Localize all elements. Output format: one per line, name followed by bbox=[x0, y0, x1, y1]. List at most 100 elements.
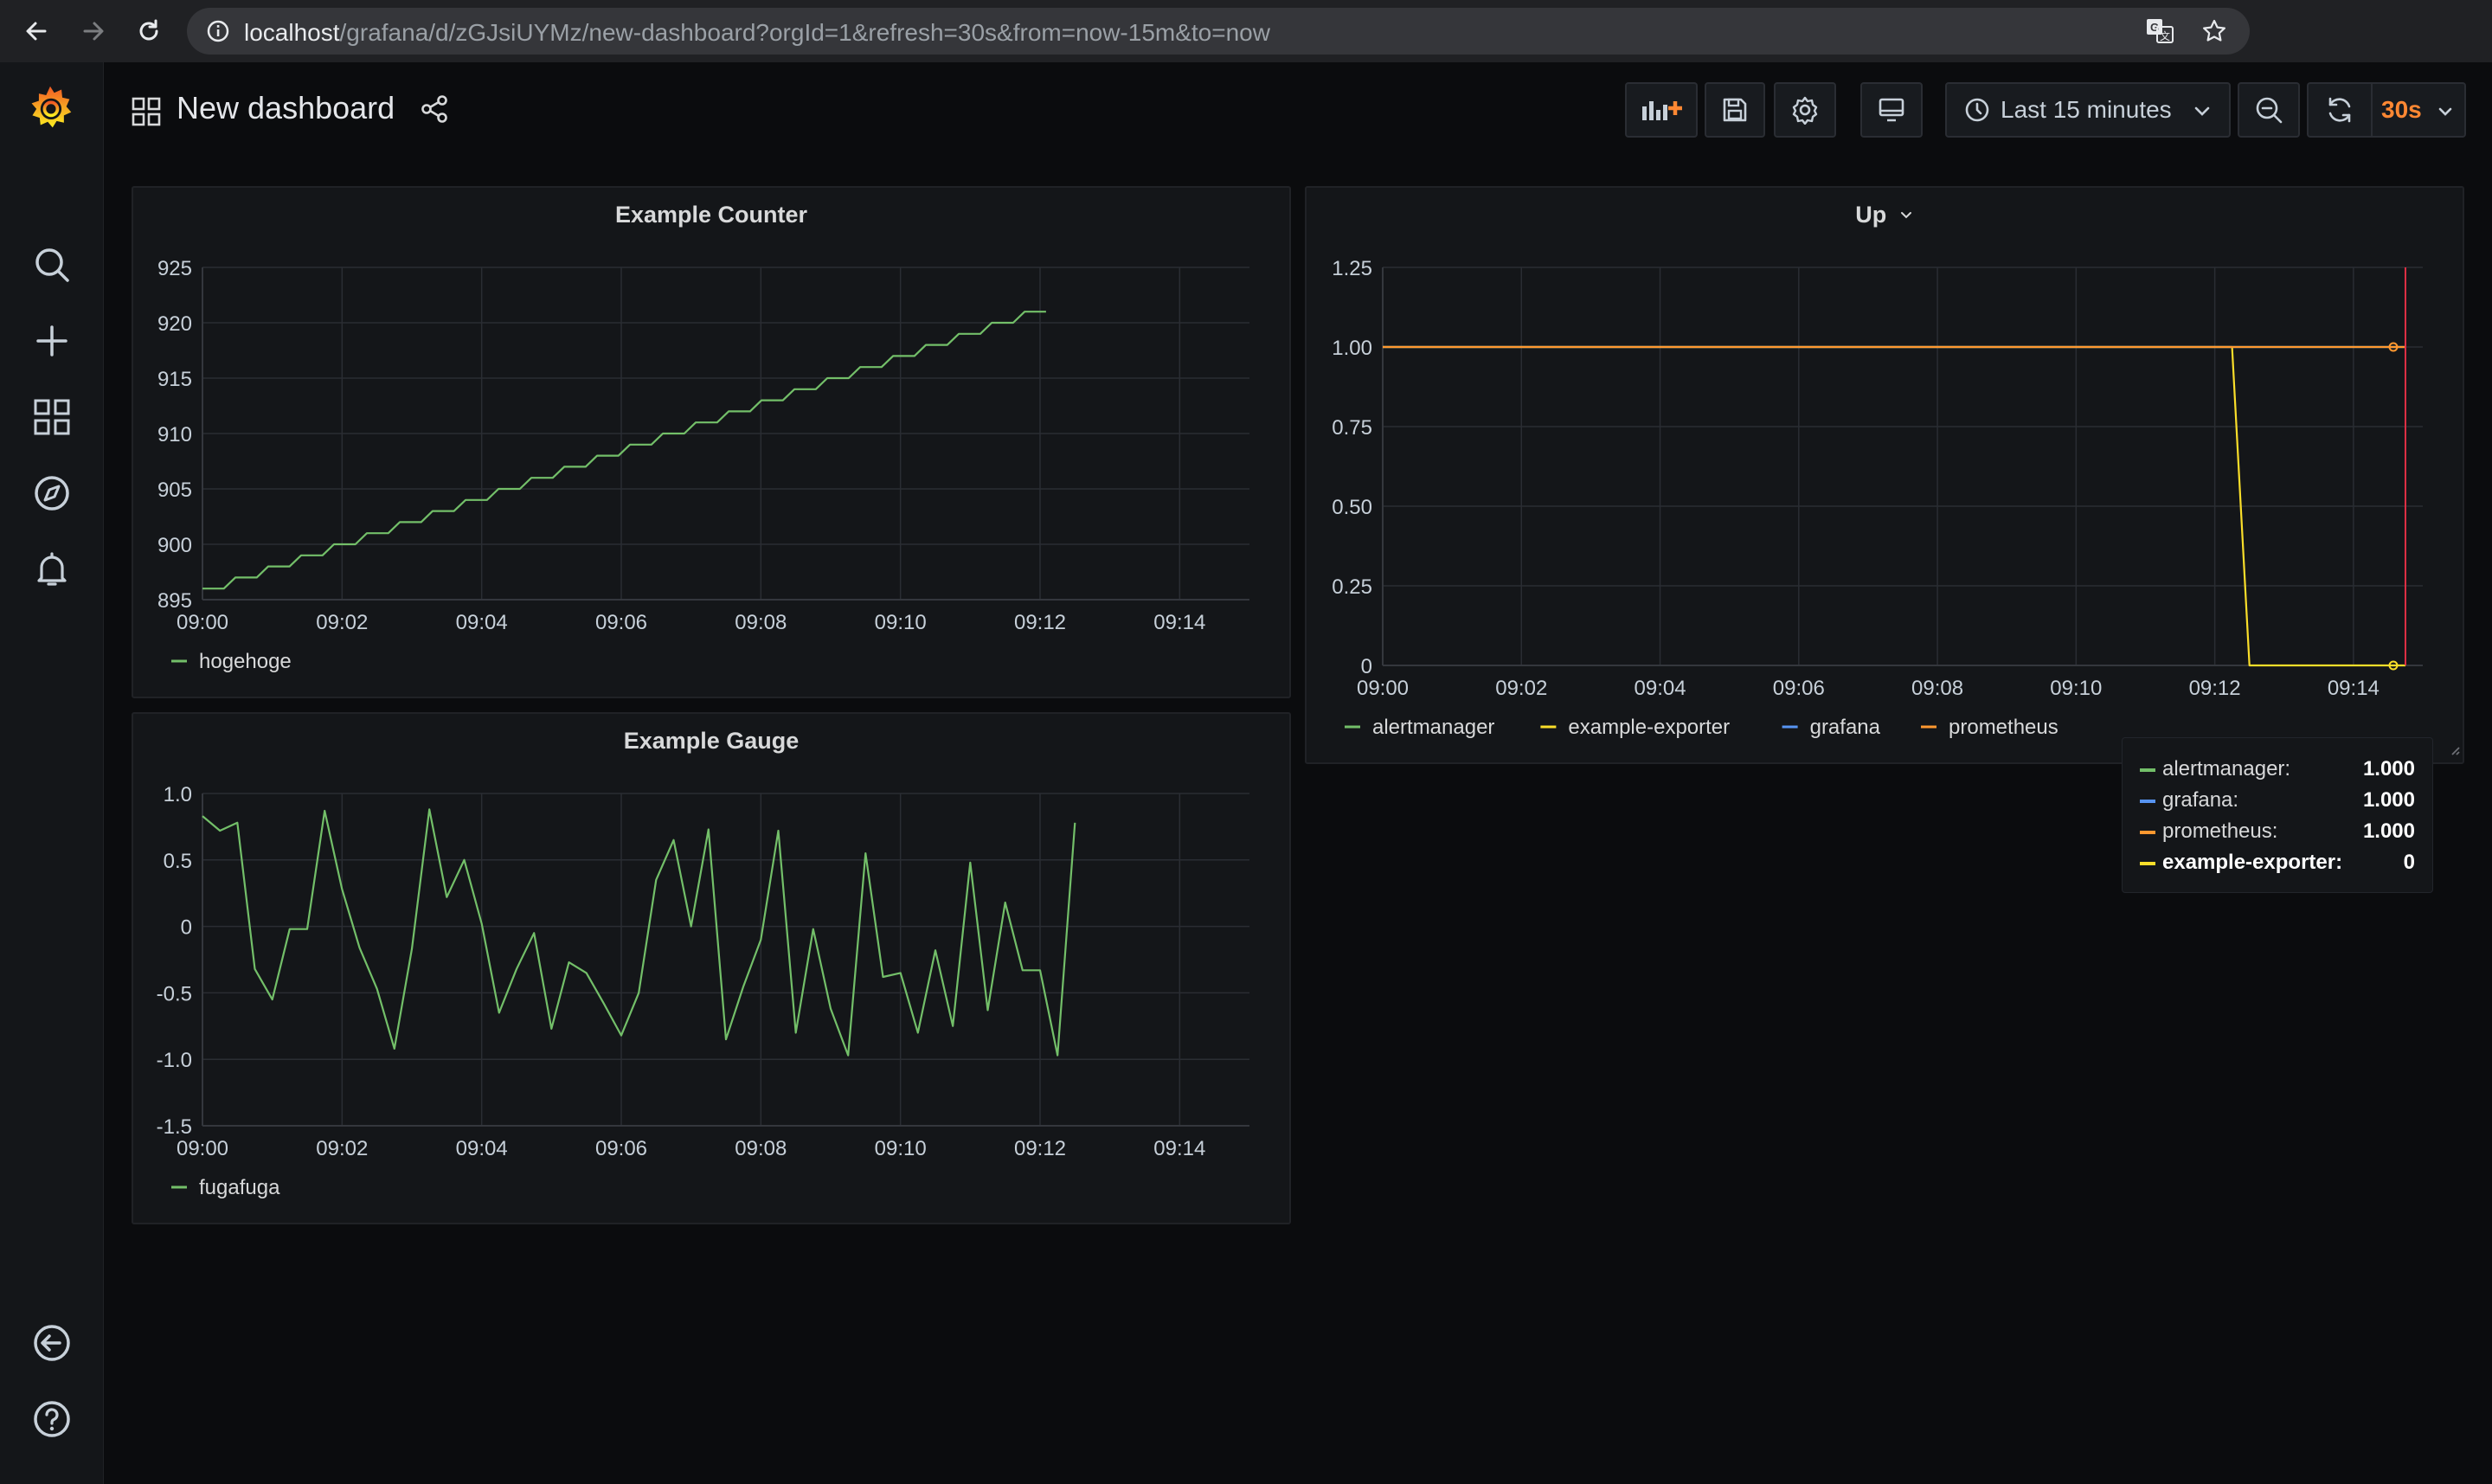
translate-icon[interactable]: G文 bbox=[2146, 18, 2174, 48]
x-tick-label: 09:00 bbox=[177, 611, 228, 634]
settings-button[interactable] bbox=[1774, 82, 1836, 138]
url-host: localhost bbox=[244, 19, 340, 46]
y-tick-label: 895 bbox=[157, 589, 192, 613]
y-tick-label: 905 bbox=[157, 479, 192, 502]
explore-compass-icon[interactable] bbox=[31, 472, 73, 514]
y-tick-label: 1.0 bbox=[164, 783, 192, 806]
x-tick-label: 09:12 bbox=[2189, 677, 2241, 700]
address-bar[interactable]: localhost/grafana/d/zGJsiUYMz/new-dashbo… bbox=[187, 8, 2250, 55]
y-tick-label: 0 bbox=[181, 916, 192, 940]
dashboards-icon[interactable] bbox=[31, 396, 73, 438]
dashboard-title[interactable]: New dashboard bbox=[177, 90, 395, 126]
zoom-out-button[interactable] bbox=[2238, 82, 2300, 138]
svg-text:文: 文 bbox=[2160, 29, 2170, 42]
x-tick-label: 09:04 bbox=[456, 611, 508, 634]
x-tick-label: 09:08 bbox=[1911, 677, 1963, 700]
resize-handle-icon[interactable] bbox=[2447, 742, 2461, 761]
y-tick-label: -1.5 bbox=[157, 1115, 192, 1139]
y-tick-label: 915 bbox=[157, 368, 192, 391]
y-tick-label: 925 bbox=[157, 257, 192, 280]
tooltip-row: alertmanager: 1.000 bbox=[2140, 757, 2415, 783]
time-range-label: Last 15 minutes bbox=[2001, 96, 2172, 123]
x-tick-label: 09:12 bbox=[1014, 1137, 1066, 1160]
clock-icon bbox=[1964, 97, 1990, 123]
x-tick-label: 09:00 bbox=[177, 1137, 228, 1160]
panel-example-gauge[interactable]: Example Gauge 1.0 0.5 0 -0.5 -1.0 -1.5 09:00 09… bbox=[132, 712, 1291, 1224]
panel-example-counter[interactable]: Example Counter 895 900 905 910 915 920 925 09:… bbox=[132, 186, 1291, 698]
y-tick-label: 0.5 bbox=[164, 850, 192, 873]
sign-in-icon[interactable] bbox=[31, 1322, 73, 1364]
x-tick-label: 09:08 bbox=[735, 611, 787, 634]
legend-item-prometheus: prometheus bbox=[1949, 716, 2058, 739]
chevron-down-icon bbox=[2193, 101, 2212, 125]
legend-item-fugafuga: fugafuga bbox=[199, 1176, 280, 1199]
time-picker-button[interactable]: Last 15 minutes bbox=[1945, 82, 2231, 138]
x-tick-label: 09:04 bbox=[1635, 677, 1686, 700]
refresh-interval-label: 30s bbox=[2381, 96, 2422, 123]
series-swatch bbox=[2140, 862, 2155, 865]
url-path: /grafana/d/zGJsiUYMz/new-dashboard?orgId… bbox=[339, 19, 1270, 46]
y-tick-label: 900 bbox=[157, 534, 192, 557]
y-tick-label: 0.75 bbox=[1332, 416, 1372, 440]
bookmark-star-icon[interactable] bbox=[2201, 18, 2227, 48]
tooltip-series-value: 1.000 bbox=[2362, 757, 2415, 781]
y-tick-label: 920 bbox=[157, 312, 192, 336]
x-tick-label: 09:10 bbox=[875, 611, 927, 634]
tooltip-row: grafana: 1.000 bbox=[2140, 788, 2415, 814]
site-info-icon[interactable] bbox=[206, 19, 230, 48]
x-tick-label: 09:10 bbox=[875, 1137, 927, 1160]
series-line-hogehoge bbox=[202, 311, 1046, 590]
tooltip-series-name: prometheus: bbox=[2162, 819, 2278, 843]
y-tick-label: -1.0 bbox=[157, 1049, 192, 1072]
help-icon[interactable] bbox=[31, 1398, 73, 1440]
browser-toolbar: localhost/grafana/d/zGJsiUYMz/new-dashbo… bbox=[0, 0, 2492, 62]
reload-icon[interactable] bbox=[130, 12, 168, 50]
share-icon[interactable] bbox=[419, 93, 450, 129]
add-panel-button[interactable] bbox=[1625, 82, 1698, 138]
x-tick-label: 09:10 bbox=[2050, 677, 2102, 700]
y-tick-label: 0.50 bbox=[1332, 496, 1372, 519]
save-dashboard-button[interactable] bbox=[1705, 82, 1765, 138]
x-tick-label: 09:12 bbox=[1014, 611, 1066, 634]
tooltip-series-name: grafana: bbox=[2162, 788, 2239, 812]
legend-item-grafana: grafana bbox=[1810, 716, 1881, 739]
x-tick-label: 09:02 bbox=[316, 1137, 368, 1160]
x-tick-label: 09:06 bbox=[1773, 677, 1825, 700]
y-tick-label: 910 bbox=[157, 423, 192, 446]
tooltip-series-value: 1.000 bbox=[2362, 819, 2415, 843]
series-swatch bbox=[2140, 800, 2155, 803]
chevron-down-icon bbox=[2437, 103, 2454, 125]
x-tick-label: 09:14 bbox=[1153, 1137, 1205, 1160]
search-icon[interactable] bbox=[31, 244, 73, 286]
counter-chart[interactable]: 895 900 905 910 915 920 925 09:00 09:02 09:04 09:0… bbox=[133, 188, 1289, 697]
tooltip-row: prometheus: 1.000 bbox=[2140, 819, 2415, 845]
tooltip-series-name: alertmanager: bbox=[2162, 757, 2291, 781]
graph-tooltip: alertmanager: 1.000 grafana: 1.000 prome… bbox=[2122, 737, 2433, 893]
series-swatch bbox=[2140, 768, 2155, 772]
gauge-chart[interactable]: 1.0 0.5 0 -0.5 -1.0 -1.509:00 09:02 09:04 09:06 0… bbox=[133, 714, 1289, 1223]
x-tick-label: 09:14 bbox=[2328, 677, 2380, 700]
refresh-button[interactable] bbox=[2307, 82, 2371, 138]
panel-up[interactable]: Up 1.25 1.00 0.75 0.50 0.25 0 09:00 09:02 09:04 0… bbox=[1305, 186, 2464, 764]
cycle-view-mode-button[interactable] bbox=[1860, 82, 1923, 138]
legend-item-hogehoge: hogehoge bbox=[199, 650, 292, 673]
forward-icon[interactable] bbox=[74, 12, 112, 50]
url-text: localhost/grafana/d/zGJsiUYMz/new-dashbo… bbox=[244, 19, 1270, 47]
tooltip-series-value: 0 bbox=[2403, 851, 2415, 874]
x-tick-label: 09:04 bbox=[456, 1137, 508, 1160]
series-line-fugafuga bbox=[202, 808, 1076, 1057]
x-tick-label: 09:06 bbox=[595, 611, 647, 634]
refresh-interval-picker[interactable]: 30s bbox=[2371, 82, 2466, 138]
x-tick-label: 09:14 bbox=[1153, 611, 1205, 634]
y-tick-label: 0.25 bbox=[1332, 575, 1372, 599]
alerting-bell-icon[interactable] bbox=[31, 549, 73, 590]
sidebar bbox=[0, 62, 104, 1484]
back-icon[interactable] bbox=[17, 12, 55, 50]
y-tick-label: 0 bbox=[1361, 655, 1372, 678]
legend-item-example-exporter: example-exporter bbox=[1568, 716, 1730, 739]
tooltip-series-name: example-exporter: bbox=[2162, 851, 2343, 874]
plus-icon[interactable] bbox=[31, 320, 73, 362]
grafana-logo-icon[interactable] bbox=[26, 81, 74, 133]
dashboard-grid-icon bbox=[132, 97, 161, 131]
up-chart[interactable]: 1.25 1.00 0.75 0.50 0.25 009:00 09:02 09:04 09:0… bbox=[1307, 188, 2463, 762]
